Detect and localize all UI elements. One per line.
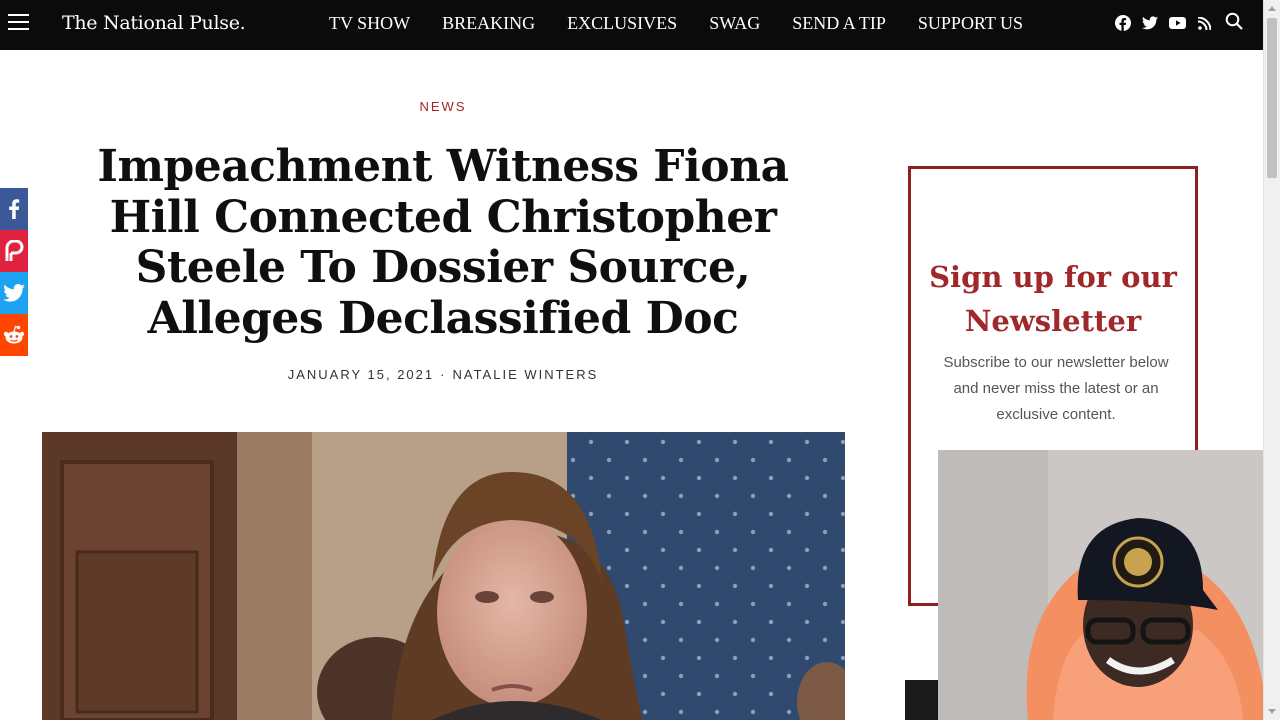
newsletter-title: Sign up for our Newsletter — [929, 260, 1177, 338]
search-icon[interactable] — [1225, 12, 1243, 30]
nav-send-a-tip[interactable]: SEND A TIP — [792, 13, 886, 34]
meta-separator: · — [440, 367, 447, 382]
twitter-icon[interactable] — [0, 272, 28, 314]
social-links — [1114, 14, 1213, 32]
article-author[interactable]: NATALIE WINTERS — [452, 367, 598, 382]
article-meta: JANUARY 15, 2021 · NATALIE WINTERS — [0, 367, 886, 382]
main-nav: TV SHOW BREAKING EXCLUSIVES SWAG SEND A … — [329, 13, 1055, 34]
share-rail — [0, 188, 28, 356]
article-date: JANUARY 15, 2021 — [287, 367, 435, 382]
nav-tv-show[interactable]: TV SHOW — [329, 13, 410, 34]
article-category[interactable]: NEWS — [0, 99, 886, 114]
youtube-icon[interactable] — [1168, 14, 1186, 32]
menu-icon[interactable] — [8, 14, 29, 32]
nav-swag[interactable]: SWAG — [709, 13, 760, 34]
twitter-icon[interactable] — [1141, 14, 1159, 32]
top-navbar: The National Pulse. TV SHOW BREAKING EXC… — [0, 0, 1263, 50]
article-hero-image — [42, 432, 845, 720]
nav-breaking[interactable]: BREAKING — [442, 13, 535, 34]
scroll-thumb[interactable] — [1267, 18, 1277, 178]
reddit-icon[interactable] — [0, 314, 28, 356]
parler-icon[interactable] — [0, 230, 28, 272]
site-logo[interactable]: The National Pulse. — [62, 12, 246, 34]
rss-icon[interactable] — [1195, 14, 1213, 32]
facebook-icon[interactable] — [0, 188, 28, 230]
scroll-up-icon[interactable] — [1268, 6, 1276, 11]
newsletter-description: Subscribe to our newsletter below and ne… — [943, 354, 1169, 423]
nav-support-us[interactable]: SUPPORT US — [918, 13, 1023, 34]
facebook-icon[interactable] — [1114, 14, 1132, 32]
nav-exclusives[interactable]: EXCLUSIVES — [567, 13, 677, 34]
article-headline: Impeachment Witness Fiona Hill Connected… — [97, 141, 789, 344]
scroll-down-icon[interactable] — [1268, 709, 1276, 714]
page-scrollbar[interactable] — [1263, 0, 1280, 720]
webcam-overlay — [938, 450, 1280, 720]
